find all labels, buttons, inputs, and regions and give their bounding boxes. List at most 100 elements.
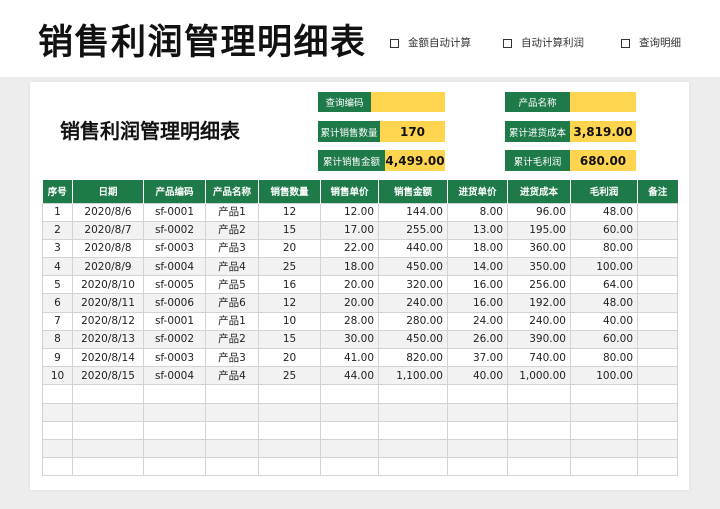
cell-sales-price[interactable]: 17.00 bbox=[320, 220, 379, 240]
cell-remark[interactable] bbox=[637, 202, 678, 222]
cell-sales-qty[interactable]: 16 bbox=[258, 275, 321, 295]
cell-cost-price[interactable]: 24.00 bbox=[447, 311, 508, 331]
cell-sales-qty[interactable]: 10 bbox=[258, 311, 321, 331]
cell-sales-qty[interactable]: 12 bbox=[258, 293, 321, 313]
empty-cell[interactable] bbox=[320, 384, 379, 404]
cell-sales-qty[interactable]: 20 bbox=[258, 347, 321, 368]
cell-product-code[interactable]: sf-0005 bbox=[143, 275, 206, 295]
cell-cost-total[interactable]: 360.00 bbox=[507, 238, 571, 259]
empty-cell[interactable] bbox=[320, 457, 379, 477]
empty-cell[interactable] bbox=[258, 457, 321, 477]
empty-cell[interactable] bbox=[637, 402, 678, 422]
cell-sales-price[interactable]: 44.00 bbox=[320, 366, 379, 386]
empty-cell[interactable] bbox=[378, 402, 448, 422]
empty-cell[interactable] bbox=[42, 402, 73, 422]
empty-cell[interactable] bbox=[72, 438, 144, 459]
empty-cell[interactable] bbox=[143, 402, 206, 422]
cell-date[interactable]: 2020/8/11 bbox=[72, 293, 144, 313]
cell-product-name[interactable]: 产品2 bbox=[205, 329, 259, 350]
empty-cell[interactable] bbox=[72, 457, 144, 477]
empty-cell[interactable] bbox=[447, 438, 508, 459]
cell-remark[interactable] bbox=[637, 329, 678, 350]
cell-product-code[interactable]: sf-0003 bbox=[143, 347, 206, 368]
cell-remark[interactable] bbox=[637, 311, 678, 331]
empty-cell[interactable] bbox=[143, 420, 206, 440]
cell-date[interactable]: 2020/8/9 bbox=[72, 257, 144, 277]
cell-sales-amount[interactable]: 144.00 bbox=[378, 202, 448, 222]
cell-cost-total[interactable]: 195.00 bbox=[507, 220, 571, 240]
cell-date[interactable]: 2020/8/13 bbox=[72, 329, 144, 350]
cell-product-code[interactable]: sf-0002 bbox=[143, 220, 206, 240]
empty-cell[interactable] bbox=[258, 438, 321, 459]
cell-sales-qty[interactable]: 25 bbox=[258, 257, 321, 277]
cell-product-name[interactable]: 产品5 bbox=[205, 275, 259, 295]
cell-sales-price[interactable]: 18.00 bbox=[320, 257, 379, 277]
empty-cell[interactable] bbox=[143, 438, 206, 459]
cell-cost-price[interactable]: 16.00 bbox=[447, 275, 508, 295]
empty-cell[interactable] bbox=[507, 402, 571, 422]
cell-cost-total[interactable]: 96.00 bbox=[507, 202, 571, 222]
empty-cell[interactable] bbox=[143, 384, 206, 404]
cell-gross-profit[interactable]: 64.00 bbox=[570, 275, 638, 295]
empty-cell[interactable] bbox=[507, 384, 571, 404]
cell-product-code[interactable]: sf-0003 bbox=[143, 238, 206, 259]
cell-remark[interactable] bbox=[637, 366, 678, 386]
cell-sales-qty[interactable]: 15 bbox=[258, 220, 321, 240]
cell-product-name[interactable]: 产品4 bbox=[205, 257, 259, 277]
empty-cell[interactable] bbox=[72, 402, 144, 422]
cell-product-name[interactable]: 产品1 bbox=[205, 202, 259, 222]
empty-cell[interactable] bbox=[637, 384, 678, 404]
cell-date[interactable]: 2020/8/7 bbox=[72, 220, 144, 240]
cell-index[interactable]: 3 bbox=[42, 238, 73, 259]
cell-gross-profit[interactable]: 60.00 bbox=[570, 329, 638, 350]
cell-product-name[interactable]: 产品1 bbox=[205, 311, 259, 331]
empty-cell[interactable] bbox=[258, 384, 321, 404]
cell-index[interactable]: 7 bbox=[42, 311, 73, 331]
cell-cost-price[interactable]: 14.00 bbox=[447, 257, 508, 277]
cell-index[interactable]: 2 bbox=[42, 220, 73, 240]
cell-cost-price[interactable]: 13.00 bbox=[447, 220, 508, 240]
cell-product-code[interactable]: sf-0001 bbox=[143, 202, 206, 222]
cell-product-name[interactable]: 产品4 bbox=[205, 366, 259, 386]
empty-cell[interactable] bbox=[378, 457, 448, 477]
cell-sales-price[interactable]: 28.00 bbox=[320, 311, 379, 331]
cell-cost-price[interactable]: 8.00 bbox=[447, 202, 508, 222]
empty-cell[interactable] bbox=[72, 420, 144, 440]
cell-cost-price[interactable]: 26.00 bbox=[447, 329, 508, 350]
cell-index[interactable]: 9 bbox=[42, 347, 73, 368]
cell-date[interactable]: 2020/8/6 bbox=[72, 202, 144, 222]
cell-sales-price[interactable]: 22.00 bbox=[320, 238, 379, 259]
cell-cost-price[interactable]: 40.00 bbox=[447, 366, 508, 386]
cell-date[interactable]: 2020/8/12 bbox=[72, 311, 144, 331]
cell-gross-profit[interactable]: 48.00 bbox=[570, 293, 638, 313]
cell-product-name[interactable]: 产品2 bbox=[205, 220, 259, 240]
empty-cell[interactable] bbox=[447, 420, 508, 440]
cell-remark[interactable] bbox=[637, 293, 678, 313]
cell-sales-amount[interactable]: 440.00 bbox=[378, 238, 448, 259]
empty-cell[interactable] bbox=[258, 402, 321, 422]
cell-cost-total[interactable]: 1,000.00 bbox=[507, 366, 571, 386]
cell-cost-price[interactable]: 16.00 bbox=[447, 293, 508, 313]
empty-cell[interactable] bbox=[320, 402, 379, 422]
empty-cell[interactable] bbox=[205, 384, 259, 404]
cell-date[interactable]: 2020/8/8 bbox=[72, 238, 144, 259]
cell-cost-total[interactable]: 350.00 bbox=[507, 257, 571, 277]
cell-cost-total[interactable]: 256.00 bbox=[507, 275, 571, 295]
cell-gross-profit[interactable]: 100.00 bbox=[570, 257, 638, 277]
cell-date[interactable]: 2020/8/10 bbox=[72, 275, 144, 295]
cell-product-code[interactable]: sf-0004 bbox=[143, 366, 206, 386]
empty-cell[interactable] bbox=[258, 420, 321, 440]
cell-index[interactable]: 5 bbox=[42, 275, 73, 295]
cell-cost-total[interactable]: 390.00 bbox=[507, 329, 571, 350]
query-name-input[interactable] bbox=[570, 92, 636, 112]
cell-cost-total[interactable]: 240.00 bbox=[507, 311, 571, 331]
cell-index[interactable]: 10 bbox=[42, 366, 73, 386]
cell-remark[interactable] bbox=[637, 238, 678, 259]
cell-product-code[interactable]: sf-0004 bbox=[143, 257, 206, 277]
empty-cell[interactable] bbox=[205, 438, 259, 459]
cell-sales-qty[interactable]: 25 bbox=[258, 366, 321, 386]
cell-sales-qty[interactable]: 20 bbox=[258, 238, 321, 259]
cell-product-code[interactable]: sf-0001 bbox=[143, 311, 206, 331]
cell-date[interactable]: 2020/8/15 bbox=[72, 366, 144, 386]
cell-index[interactable]: 4 bbox=[42, 257, 73, 277]
